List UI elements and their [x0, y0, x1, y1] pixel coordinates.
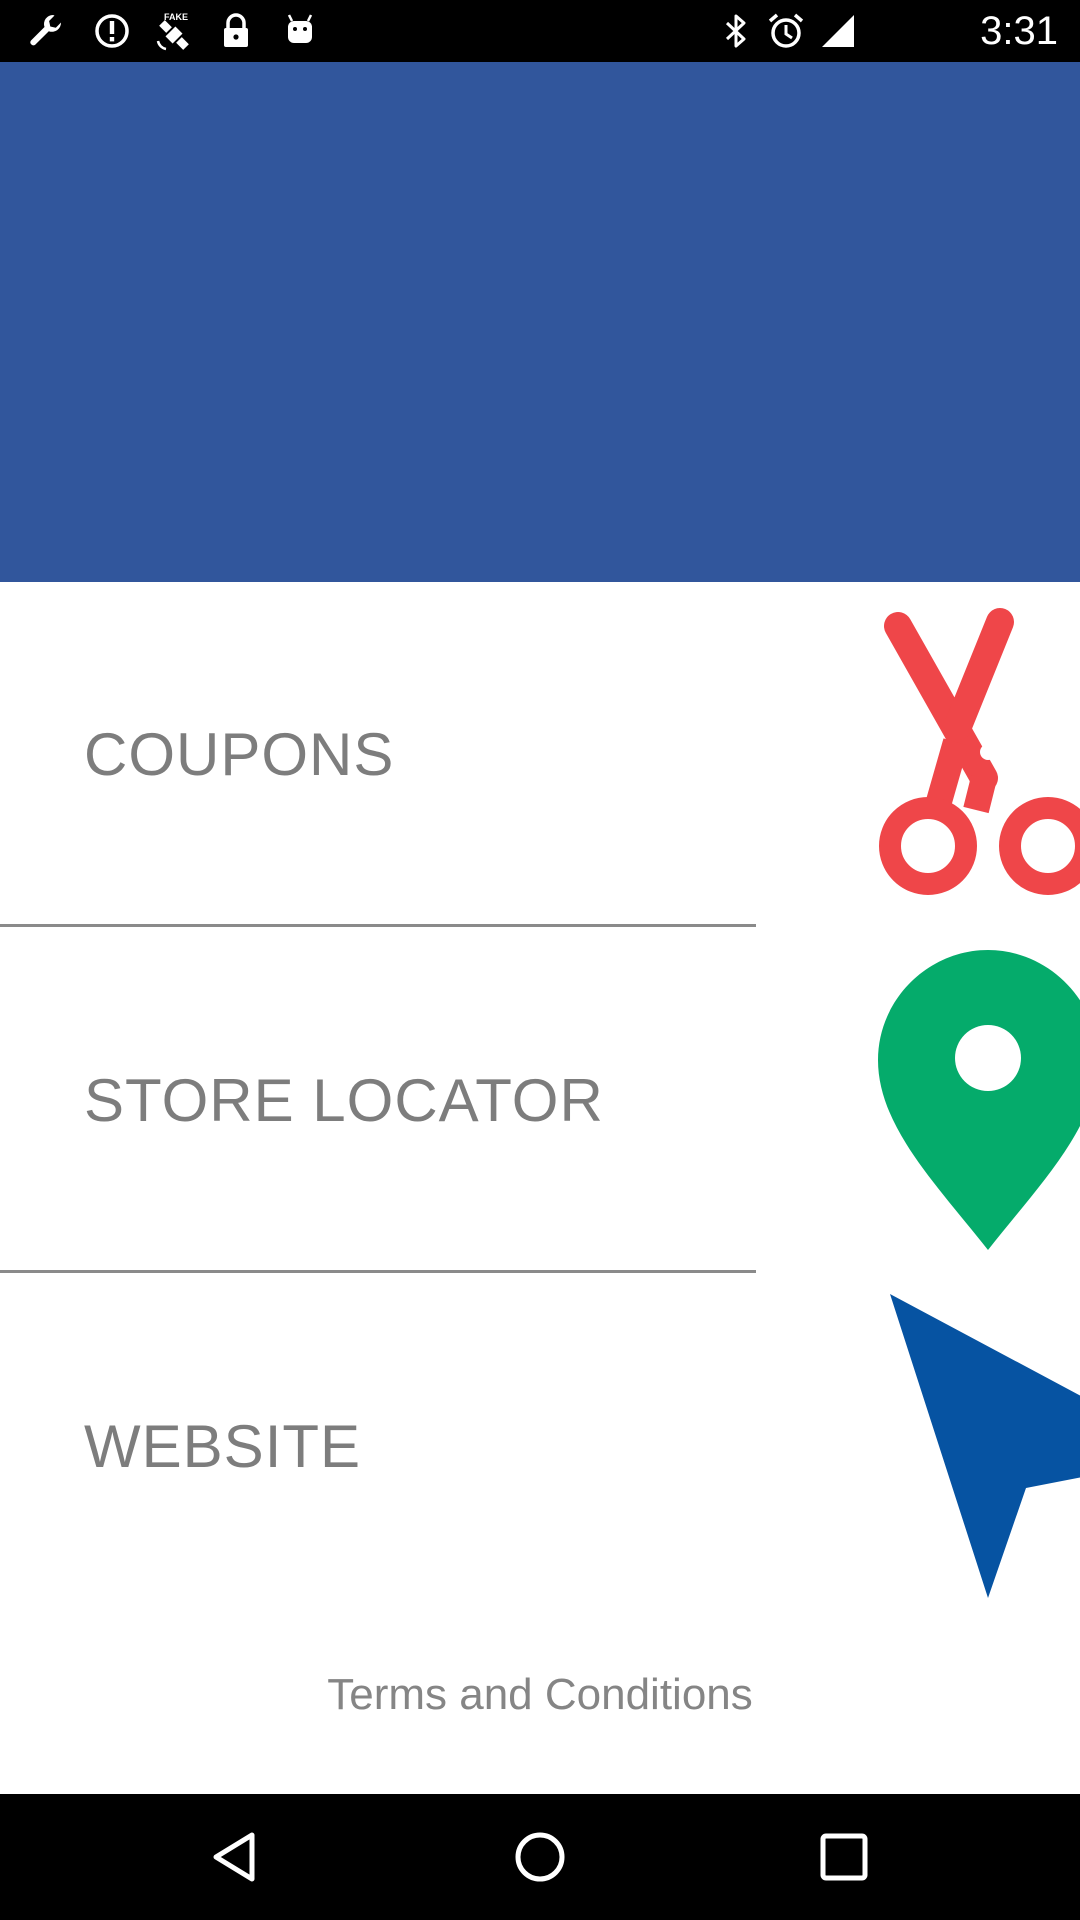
bluetooth-icon [725, 14, 746, 48]
cursor-arrow-icon [890, 1294, 1080, 1598]
alarm-icon [768, 13, 804, 48]
recents-icon[interactable] [814, 1827, 874, 1887]
svg-text:FAKE: FAKE [164, 12, 188, 22]
terms-and-conditions-link[interactable]: Terms and Conditions [0, 1670, 1080, 1720]
android-icon [287, 14, 313, 43]
fake-gps-satellite-icon: FAKE [156, 12, 189, 51]
back-icon[interactable] [206, 1827, 266, 1887]
signal-icon [822, 15, 854, 47]
map-pin-icon [878, 950, 1080, 1250]
wrench-icon [30, 14, 62, 46]
menu-divider [0, 1270, 756, 1273]
lock-icon [224, 13, 248, 47]
menu-item-coupons[interactable]: COUPONS [0, 582, 1080, 928]
status-bar: FAKE 3:31 [0, 0, 1080, 62]
app-screen: FAKE 3:31 COUPONS STORE LOCATOR WEBSITE … [0, 0, 1080, 1920]
navigation-bar [0, 1794, 1080, 1920]
menu-item-label: WEBSITE [84, 1413, 362, 1480]
menu-item-website[interactable]: WEBSITE [0, 1274, 1080, 1620]
menu-item-store-locator[interactable]: STORE LOCATOR [0, 928, 1080, 1274]
scissors-icon [879, 608, 1080, 895]
menu-item-label: COUPONS [84, 721, 395, 788]
status-time: 3:31 [980, 9, 1058, 53]
menu-item-label: STORE LOCATOR [84, 1067, 604, 1134]
menu-divider [0, 924, 756, 927]
header-banner [0, 62, 1080, 582]
alert-circle-icon [95, 14, 129, 48]
home-icon[interactable] [510, 1827, 570, 1887]
